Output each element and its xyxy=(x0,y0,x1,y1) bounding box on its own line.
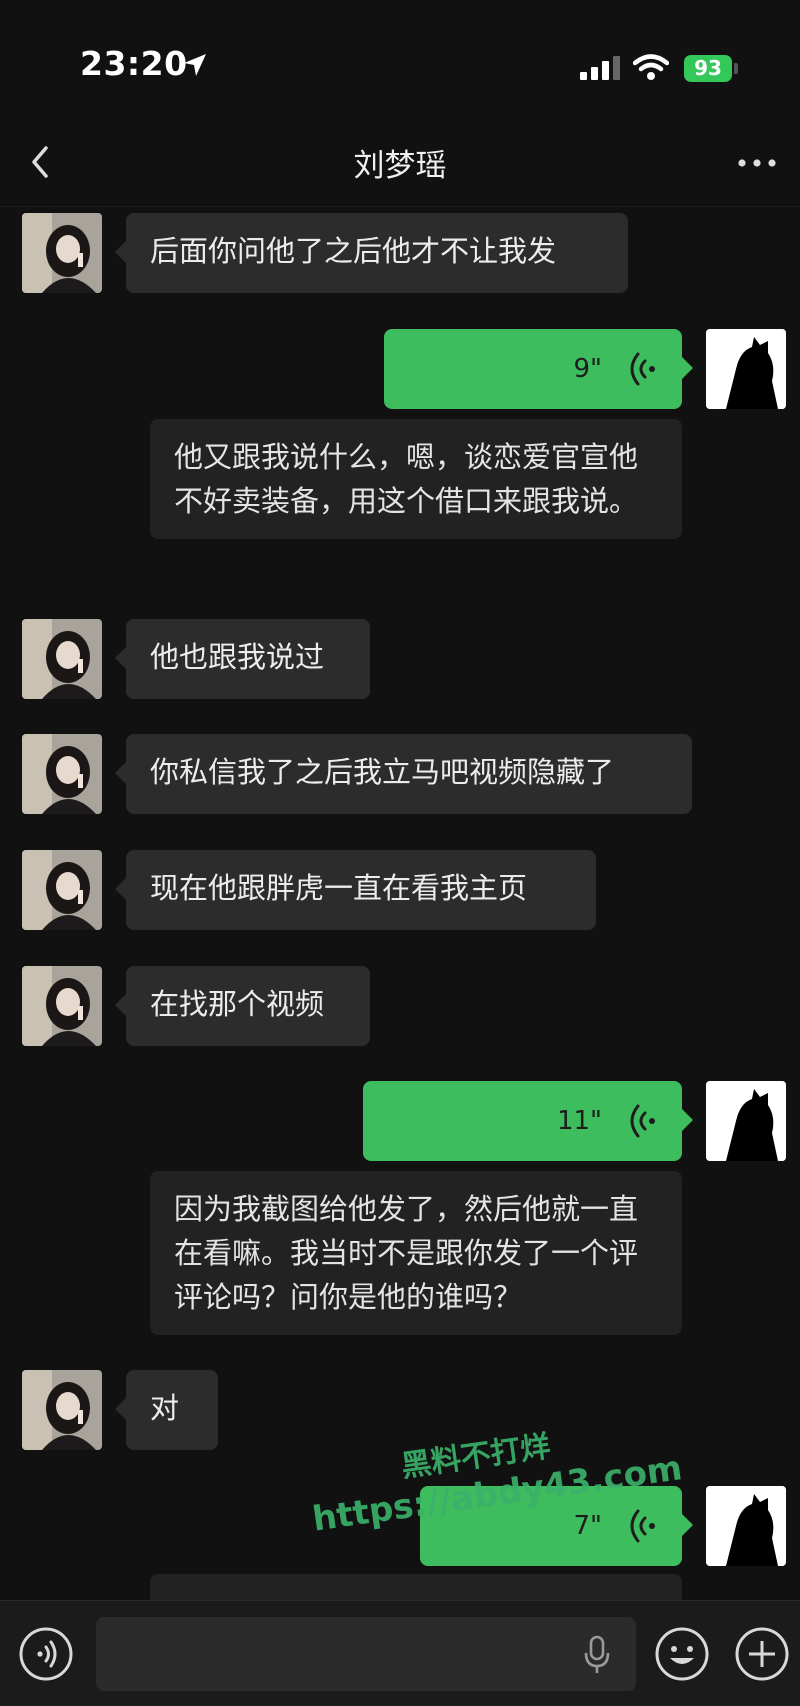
message-text: 你私信我了之后我立马吧视频隐藏了 xyxy=(150,755,615,789)
transcript-text: 他又跟我说什么，嗯，谈恋爱官宣他不好卖装备，用这个借口来跟我说。 xyxy=(174,440,639,518)
message-text: 他也跟我说过 xyxy=(150,640,325,674)
voice-wave-icon xyxy=(630,1509,655,1543)
contact-avatar[interactable] xyxy=(22,966,102,1046)
contact-avatar[interactable] xyxy=(22,213,102,293)
location-arrow-icon xyxy=(184,54,206,76)
signal-icon xyxy=(580,56,620,80)
chat-header: 刘梦瑶 xyxy=(0,120,800,207)
voice-transcript: 他又跟我说什么，嗯，谈恋爱官宣他不好卖装备，用这个借口来跟我说。 xyxy=(150,419,682,539)
sent-voice-message[interactable]: 9" xyxy=(384,329,693,409)
user-avatar[interactable] xyxy=(706,1081,786,1161)
microphone-icon[interactable] xyxy=(584,1635,610,1675)
input-bar xyxy=(0,1600,800,1706)
wifi-icon xyxy=(633,54,669,80)
voice-transcript: 因为我截图给他发了，然后他就一直在看嘛。我当时不是跟你发了一个评评论吗？问你是他… xyxy=(150,1171,682,1335)
voice-duration: 7" xyxy=(573,1511,602,1541)
more-icon[interactable] xyxy=(737,158,777,168)
status-bar: 23:20 93 xyxy=(0,0,800,120)
received-message: 在找那个视频 xyxy=(115,966,370,1046)
message-text: 现在他跟胖虎一直在看我主页 xyxy=(150,871,528,905)
message-text: 对 xyxy=(150,1391,180,1425)
emoji-icon[interactable] xyxy=(654,1626,710,1682)
status-time: 23:20 xyxy=(80,44,188,83)
battery-indicator: 93 xyxy=(684,55,732,82)
received-message: 现在他跟胖虎一直在看我主页 xyxy=(115,850,596,930)
voice-duration: 11" xyxy=(556,1106,602,1136)
received-message: 后面你问他了之后他才不让我发 xyxy=(115,213,628,293)
contact-avatar[interactable] xyxy=(22,734,102,814)
contact-avatar[interactable] xyxy=(22,1370,102,1450)
voice-wave-icon xyxy=(630,352,655,386)
user-avatar[interactable] xyxy=(706,329,786,409)
received-message: 你私信我了之后我立马吧视频隐藏了 xyxy=(115,734,692,814)
sent-voice-message[interactable]: 11" xyxy=(363,1081,693,1161)
chat-title: 刘梦瑶 xyxy=(353,148,447,184)
message-text: 后面你问他了之后他才不让我发 xyxy=(150,234,557,268)
user-avatar[interactable] xyxy=(706,1486,786,1566)
message-input[interactable] xyxy=(96,1617,636,1691)
voice-input-icon[interactable] xyxy=(18,1626,74,1682)
contact-avatar[interactable] xyxy=(22,619,102,699)
message-text: 在找那个视频 xyxy=(150,987,325,1021)
contact-avatar[interactable] xyxy=(22,850,102,930)
plus-icon[interactable] xyxy=(734,1626,790,1682)
transcript-text: 因为我截图给他发了，然后他就一直在看嘛。我当时不是跟你发了一个评评论吗？问你是他… xyxy=(174,1192,639,1314)
voice-wave-icon xyxy=(630,1104,655,1138)
received-message: 他也跟我说过 xyxy=(115,619,370,699)
received-message: 对 xyxy=(115,1370,218,1450)
voice-transcript-partial xyxy=(150,1574,682,1600)
voice-duration: 9" xyxy=(573,354,602,384)
battery-level: 93 xyxy=(694,56,722,80)
battery-tip xyxy=(734,63,738,74)
